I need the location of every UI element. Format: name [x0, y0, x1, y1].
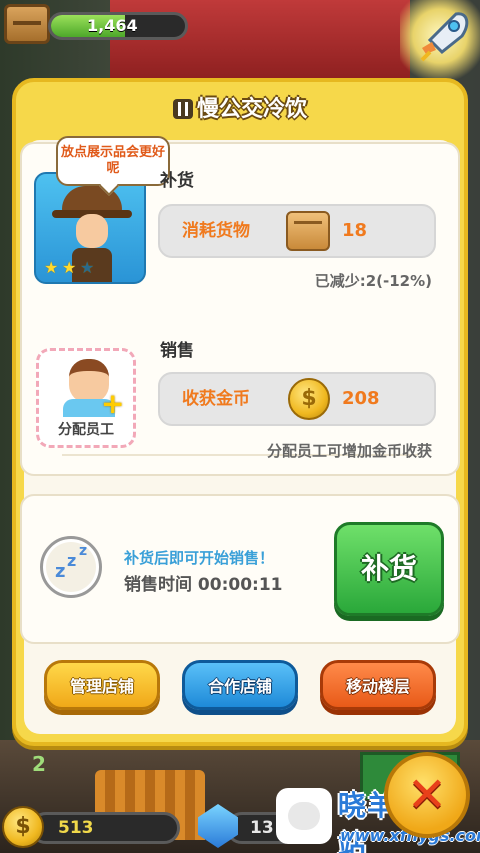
close-icon: ✕ [406, 767, 448, 823]
goods-crate-icon [286, 211, 330, 251]
sheep-logo-icon [276, 788, 332, 844]
coin-count: 513 [58, 818, 94, 838]
coin-icon: $ [2, 806, 44, 848]
restaurant-icon [172, 99, 193, 119]
top-counter-bar[interactable]: 1,464 [48, 12, 188, 40]
staff-speech-bubble: 放点展示品会更好呢 [56, 136, 170, 186]
restock-title: 补货 [160, 171, 194, 191]
consume-label: 消耗货物 [182, 221, 250, 241]
assign-staff-label: 分配员工 [58, 422, 114, 438]
restock-button[interactable]: 补货 [334, 522, 444, 616]
staff-stars: ★ ★ ★ [44, 260, 96, 276]
reduced-note: 已减少:2(-12%) [314, 272, 432, 290]
sales-title: 销售 [160, 341, 194, 361]
sleep-icon: z z z [40, 536, 102, 598]
status-hint: 补货后即可开始销售！ [124, 549, 275, 567]
move-floor-button[interactable]: 移动楼层 [320, 660, 436, 710]
income-value: 208 [342, 388, 380, 409]
assign-note: 分配员工可增加金币收获 [266, 442, 432, 460]
rocket-icon[interactable] [416, 8, 472, 64]
income-coins-row: 收获金币 $ 208 [158, 372, 436, 426]
coin-counter-bar [30, 812, 180, 844]
income-label: 收获金币 [182, 389, 250, 409]
panel-title-bar: 慢公交冷饮 [16, 92, 464, 128]
consume-goods-row: 消耗货物 18 [158, 204, 436, 258]
coop-shop-button[interactable]: 合作店铺 [182, 660, 298, 710]
plus-icon: + [101, 387, 125, 420]
assign-staff-slot[interactable]: + 分配员工 [36, 348, 136, 448]
panel-title: 慢公交冷饮 [196, 97, 307, 122]
sales-time: 销售时间 00:00:11 [124, 575, 283, 595]
star-icon: ★ [62, 258, 77, 277]
staff-portrait[interactable]: ★ ★ ★ [34, 172, 146, 284]
floor-number: 2 [32, 752, 46, 776]
close-button[interactable]: ✕ [384, 752, 470, 838]
manage-shop-button[interactable]: 管理店铺 [44, 660, 160, 710]
crate-icon [4, 4, 50, 44]
consume-value: 18 [342, 220, 368, 241]
coin-icon: $ [288, 378, 330, 420]
top-counter-value: 1,464 [87, 16, 138, 35]
star-empty-icon: ★ [80, 258, 95, 277]
star-icon: ★ [44, 258, 59, 277]
gem-count: 13 [250, 818, 274, 838]
staff-face [76, 214, 108, 248]
